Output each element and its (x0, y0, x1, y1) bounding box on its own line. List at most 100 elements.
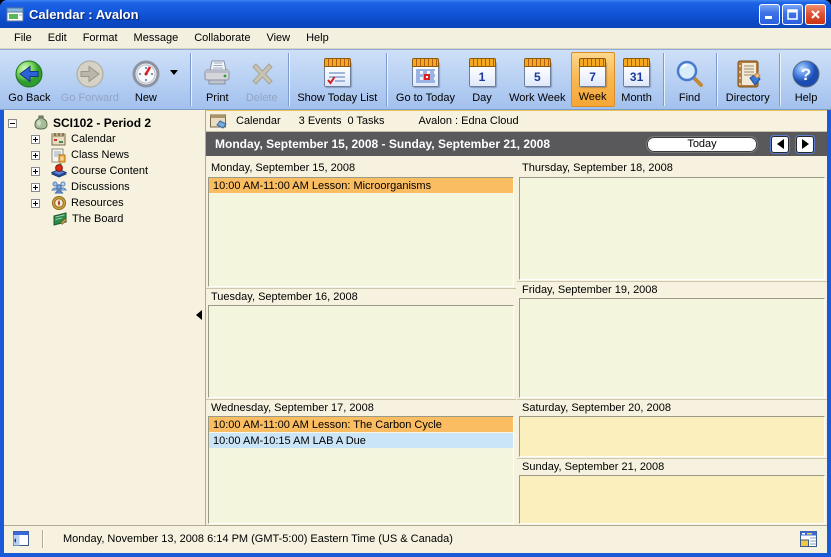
sidebar-item-label: The Board (72, 213, 123, 225)
toolbar-separator (386, 53, 387, 106)
calendar-pane: Calendar 3 Events 0 Tasks Avalon : Edna … (205, 110, 827, 525)
sidebar-item-course-content[interactable]: Course Content (4, 163, 194, 179)
new-dropdown-arrow[interactable] (170, 70, 178, 75)
day-view-label: Day (472, 92, 492, 104)
delete-button: Delete (240, 52, 284, 107)
plus-box-icon[interactable] (31, 151, 40, 160)
work-week-calendar-icon: 5 (524, 56, 551, 92)
next-week-button[interactable] (796, 136, 814, 153)
sidebar-item-label: Resources (71, 197, 124, 209)
calendar-event[interactable]: 10:00 AM-10:15 AM LAB A Due (209, 433, 513, 449)
day-friday: Friday, September 19, 2008 (517, 281, 827, 399)
week-view-label: Week (579, 91, 607, 103)
day-cell-friday[interactable] (519, 298, 825, 398)
sidebar-item-resources[interactable]: Resources (4, 195, 194, 211)
resources-icon (51, 195, 67, 211)
delete-icon (246, 56, 278, 92)
day-cell-wednesday[interactable]: 10:00 AM-11:00 AM Lesson: The Carbon Cyc… (208, 416, 514, 524)
sidebar-splitter[interactable] (194, 110, 205, 525)
month-view-button[interactable]: 31 Month (615, 52, 659, 107)
menu-edit[interactable]: Edit (40, 29, 75, 47)
sidebar-root-label: SCI102 - Period 2 (53, 116, 151, 130)
previous-week-button[interactable] (771, 136, 789, 153)
menu-message[interactable]: Message (126, 29, 187, 47)
find-button[interactable]: Find (668, 52, 712, 107)
day-cell-thursday[interactable] (519, 177, 825, 280)
day-header: Wednesday, September 17, 2008 (206, 399, 516, 416)
panel-layout-icon[interactable] (800, 531, 818, 548)
work-week-view-label: Work Week (509, 92, 565, 104)
find-icon (674, 56, 706, 92)
window-title: Calendar : Avalon (29, 7, 139, 22)
day-cell-saturday[interactable] (519, 416, 825, 457)
go-to-today-icon (412, 56, 439, 92)
app-calendar-icon[interactable] (6, 6, 24, 22)
go-back-button[interactable]: Go Back (3, 52, 56, 107)
find-label: Find (679, 92, 700, 104)
close-icon[interactable] (805, 4, 826, 25)
sidebar-item-label: Class News (71, 149, 129, 161)
today-button[interactable]: Today (646, 136, 758, 153)
day-cell-monday[interactable]: 10:00 AM-11:00 AM Lesson: Microorganisms (208, 177, 514, 287)
application-window: Calendar : Avalon File Edit Format Messa… (0, 0, 831, 557)
go-forward-label: Go Forward (61, 92, 119, 104)
sidebar-item-class-news[interactable]: Class News (4, 147, 194, 163)
day-wednesday: Wednesday, September 17, 2008 10:00 AM-1… (206, 399, 516, 525)
day-monday: Monday, September 15, 2008 10:00 AM-11:0… (206, 160, 516, 288)
statusbar-separator (42, 530, 43, 548)
menu-collaborate[interactable]: Collaborate (186, 29, 258, 47)
go-to-today-button[interactable]: Go to Today (391, 52, 460, 107)
month-calendar-icon: 31 (623, 56, 650, 92)
day-thursday: Thursday, September 18, 2008 (517, 160, 827, 281)
split-view-icon[interactable] (13, 531, 30, 547)
menu-view[interactable]: View (258, 29, 298, 47)
statusbar-datetime: Monday, November 13, 2008 6:14 PM (GMT-5… (63, 533, 453, 545)
print-button[interactable]: Print (195, 52, 240, 107)
menu-help[interactable]: Help (298, 29, 337, 47)
sidebar-item-label: Course Content (71, 165, 148, 177)
day-cell-sunday[interactable] (519, 475, 825, 524)
plus-box-icon[interactable] (31, 135, 40, 144)
plus-box-icon[interactable] (31, 199, 40, 208)
day-header: Friday, September 19, 2008 (517, 281, 827, 298)
day-tuesday: Tuesday, September 16, 2008 (206, 288, 516, 399)
directory-icon (732, 56, 764, 92)
plus-box-icon[interactable] (31, 167, 40, 176)
svg-text:?: ? (801, 65, 811, 84)
day-cell-tuesday[interactable] (208, 305, 514, 398)
plus-box-icon[interactable] (31, 183, 40, 192)
calendar-icon (51, 131, 67, 147)
toolbar: Go Back Go Forward New (0, 49, 831, 110)
help-button[interactable]: ? Help (784, 52, 828, 107)
day-view-button[interactable]: 1 Day (460, 52, 504, 107)
calendar-event[interactable]: 10:00 AM-11:00 AM Lesson: Microorganisms (209, 178, 513, 194)
work-week-view-button[interactable]: 5 Work Week (504, 52, 571, 107)
toolbar-separator (190, 53, 191, 106)
week-view-button[interactable]: 7 Week (571, 52, 615, 107)
maximize-icon[interactable] (782, 4, 803, 25)
calendar-event[interactable]: 10:00 AM-11:00 AM Lesson: The Carbon Cyc… (209, 417, 513, 433)
sidebar-item-discussions[interactable]: Discussions (4, 179, 194, 195)
new-icon (130, 56, 162, 92)
window-border (0, 553, 831, 557)
directory-button[interactable]: Directory (721, 52, 776, 107)
day-saturday: Saturday, September 20, 2008 (517, 399, 827, 458)
sidebar-item-the-board[interactable]: The Board (4, 211, 194, 227)
sidebar-item-calendar[interactable]: Calendar (4, 131, 194, 147)
show-today-list-button[interactable]: Show Today List (293, 52, 382, 107)
class-news-icon (51, 147, 67, 163)
menu-format[interactable]: Format (75, 29, 126, 47)
day-header: Monday, September 15, 2008 (206, 160, 516, 177)
toolbar-separator (779, 53, 780, 106)
week-range-text: Monday, September 15, 2008 - Sunday, Sep… (215, 137, 550, 151)
collapse-sidebar-icon[interactable] (196, 310, 202, 320)
new-button[interactable]: New (124, 52, 168, 107)
account-name: Avalon : Edna Cloud (419, 115, 519, 127)
menu-file[interactable]: File (6, 29, 40, 47)
sidebar-item-root[interactable]: SCI102 - Period 2 (4, 115, 194, 131)
course-content-icon (51, 163, 67, 179)
minimize-icon[interactable] (759, 4, 780, 25)
right-arrow-icon (802, 139, 809, 149)
menubar: File Edit Format Message Collaborate Vie… (0, 28, 831, 49)
minus-box-icon[interactable] (8, 119, 17, 128)
